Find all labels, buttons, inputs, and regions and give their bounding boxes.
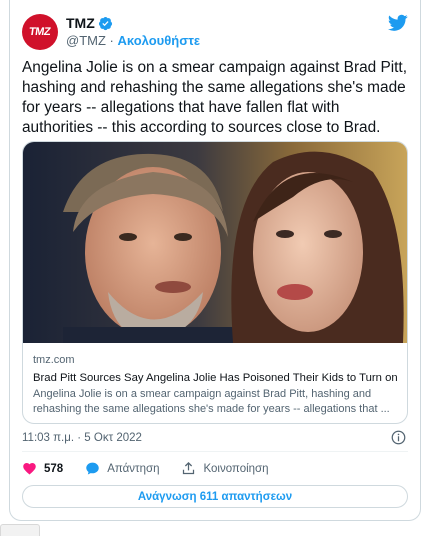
tweet-text: Angelina Jolie is on a smear campaign ag… xyxy=(22,59,407,136)
account-handle[interactable]: @TMZ xyxy=(66,33,106,48)
reply-label: Απάντηση xyxy=(107,462,160,475)
share-label: Κοινοποίηση xyxy=(203,462,269,475)
divider xyxy=(22,451,408,452)
account-name-row[interactable]: TMZ xyxy=(66,15,113,31)
avatar-logo-text: TMZ xyxy=(28,26,52,38)
verified-badge-icon xyxy=(98,16,112,30)
heart-icon xyxy=(23,463,36,475)
tweet-embed-card: TMZ TMZ @TMZ · Ακολουθήστε Angelina Joli… xyxy=(9,0,421,521)
link-title[interactable]: Brad Pitt Sources Say Angelina Jolie Has… xyxy=(33,371,401,386)
link-description: Angelina Jolie is on a smear campaign ag… xyxy=(33,388,390,415)
account-name[interactable]: TMZ xyxy=(66,15,95,31)
link-domain: tmz.com xyxy=(33,354,75,366)
handle-row: @TMZ · Ακολουθήστε xyxy=(66,33,200,48)
tweet-actions: 578 Απάντηση Κοινοποίηση xyxy=(22,461,291,476)
twitter-bird-icon[interactable] xyxy=(388,14,408,32)
reply-button[interactable]: Απάντηση xyxy=(85,461,159,476)
share-icon xyxy=(183,461,195,475)
link-preview-card[interactable]: tmz.com Brad Pitt Sources Say Angelina J… xyxy=(22,141,408,424)
info-icon[interactable] xyxy=(391,430,406,445)
link-preview-meta: tmz.com Brad Pitt Sources Say Angelina J… xyxy=(33,353,401,417)
follow-link[interactable]: Ακολουθήστε xyxy=(118,33,201,48)
tweet-timestamp[interactable]: 11:03 π.μ. · 5 Οκτ 2022 xyxy=(22,432,142,444)
link-preview-image[interactable] xyxy=(23,142,408,343)
avatar[interactable]: TMZ xyxy=(22,14,58,50)
like-button[interactable]: 578 xyxy=(22,461,63,476)
share-button[interactable]: Κοινοποίηση xyxy=(181,461,269,476)
handle-separator: · xyxy=(109,33,114,48)
like-count: 578 xyxy=(44,462,64,475)
reply-icon xyxy=(86,462,99,475)
read-replies-button[interactable]: Ανάγνωση 611 απαντήσεων xyxy=(22,485,408,508)
browser-corner-tab xyxy=(0,524,40,536)
